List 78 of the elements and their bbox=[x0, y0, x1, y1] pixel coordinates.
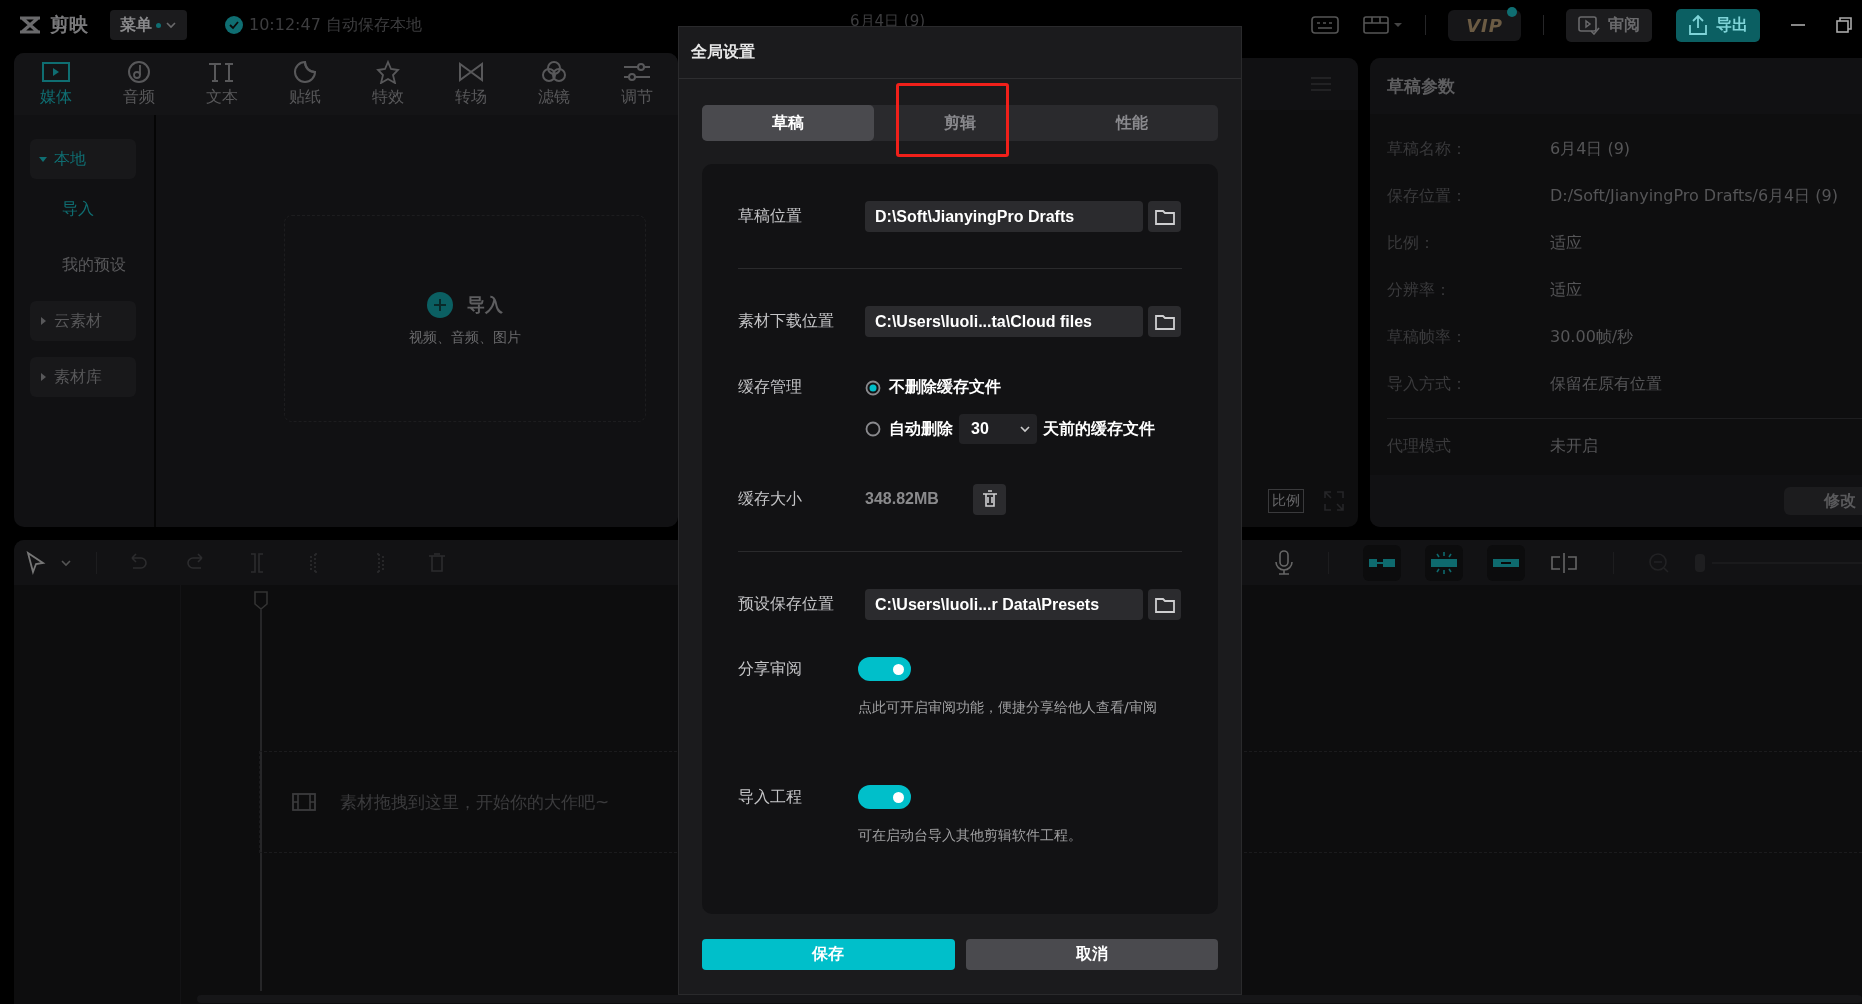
media-tab[interactable]: 滤镜 bbox=[512, 53, 595, 115]
media-tab[interactable]: 特效 bbox=[346, 53, 429, 115]
review-icon bbox=[1578, 15, 1600, 35]
split-view-icon[interactable] bbox=[1549, 550, 1579, 575]
sliders-icon bbox=[621, 60, 652, 84]
days-select[interactable]: 30 bbox=[959, 414, 1037, 444]
autosave-status: 10:12:47 自动保存本地 bbox=[249, 14, 422, 36]
sidebar-group[interactable]: 云素材 bbox=[30, 301, 136, 341]
export-button[interactable]: 导出 bbox=[1676, 8, 1760, 42]
settings-tab[interactable]: 剪辑 bbox=[874, 105, 1046, 141]
app-name: 剪映 bbox=[50, 12, 88, 37]
caret-down-icon bbox=[1019, 423, 1031, 435]
media-tab[interactable]: 调节 bbox=[595, 53, 678, 115]
cursor-icon[interactable] bbox=[26, 550, 46, 575]
settings-tab[interactable]: 草稿 bbox=[702, 105, 874, 141]
panel-title: 草稿参数 bbox=[1387, 74, 1455, 98]
setting-label: 缓存大小 bbox=[738, 488, 803, 510]
param-value: 未开启 bbox=[1550, 436, 1598, 457]
sidebar-group[interactable]: 素材库 bbox=[30, 357, 136, 397]
radio-option[interactable]: 自动删除 bbox=[865, 418, 953, 440]
save-button[interactable]: 保存 bbox=[702, 939, 955, 970]
param-value: 6月4日 (9) bbox=[1550, 139, 1631, 160]
cache-size: 348.82MB bbox=[865, 490, 940, 508]
setting-description: 可在启动台导入其他剪辑软件工程。 bbox=[858, 827, 1083, 845]
setting-label: 分享审阅 bbox=[738, 658, 803, 680]
browse-button[interactable] bbox=[1148, 201, 1181, 232]
layout-icon[interactable] bbox=[1363, 15, 1404, 35]
microphone-icon[interactable] bbox=[1274, 549, 1294, 576]
snap-icon[interactable] bbox=[1429, 550, 1459, 575]
dialog-title: 全局设置 bbox=[679, 27, 1241, 79]
param-value: 适应 bbox=[1550, 233, 1582, 254]
clear-cache-button[interactable] bbox=[973, 483, 1006, 515]
settings-tab[interactable]: 性能 bbox=[1046, 105, 1218, 141]
path-field[interactable]: D:\Soft\JianyingPro Drafts bbox=[865, 201, 1143, 232]
sidebar-group[interactable]: 本地 bbox=[30, 139, 136, 179]
caret-down-icon bbox=[165, 19, 177, 31]
media-tab[interactable]: 转场 bbox=[429, 53, 512, 115]
import-hint: 视频、音频、图片 bbox=[409, 328, 521, 347]
path-field[interactable]: C:\Users\luoli...ta\Cloud files bbox=[865, 306, 1143, 337]
menu-button[interactable]: 菜单 bbox=[110, 10, 187, 40]
setting-label: 缓存管理 bbox=[738, 377, 803, 398]
browse-button[interactable] bbox=[1148, 306, 1181, 337]
vip-badge[interactable]: VIP bbox=[1448, 9, 1521, 41]
restore-icon[interactable] bbox=[1836, 17, 1852, 33]
import-dropzone[interactable]: 导入 视频、音频、图片 bbox=[284, 215, 646, 422]
plus-icon bbox=[427, 291, 453, 318]
review-button[interactable]: 审阅 bbox=[1566, 8, 1652, 42]
param-value: 保留在原有位置 bbox=[1550, 374, 1662, 395]
upload-icon bbox=[1688, 14, 1708, 36]
import-button[interactable]: 导入 bbox=[421, 290, 509, 319]
param-value: 30.00帧/秒 bbox=[1550, 327, 1634, 348]
param-value: D:/Soft/JianyingPro Drafts/6月4日 (9) bbox=[1550, 186, 1838, 207]
option-suffix: 天前的缓存文件 bbox=[1043, 418, 1155, 440]
media-tab[interactable]: 贴纸 bbox=[263, 53, 346, 115]
scrollbar[interactable] bbox=[197, 995, 1862, 1003]
browse-button[interactable] bbox=[1148, 589, 1181, 620]
toggle-switch[interactable] bbox=[858, 657, 911, 681]
film-icon bbox=[292, 792, 316, 812]
sidebar-item[interactable]: 导入 bbox=[30, 189, 154, 229]
ratio-button[interactable]: 比例 bbox=[1268, 489, 1304, 513]
param-value: 适应 bbox=[1550, 280, 1582, 301]
media-tab[interactable]: 文本 bbox=[180, 53, 263, 115]
media-tab[interactable]: 媒体 bbox=[14, 53, 97, 115]
keyboard-icon[interactable] bbox=[1311, 15, 1340, 35]
sidebar-item[interactable]: 我的预设 bbox=[30, 245, 154, 285]
toggle-switch[interactable] bbox=[858, 785, 911, 809]
setting-label: 草稿位置 bbox=[738, 206, 803, 227]
setting-label: 预设保存位置 bbox=[738, 594, 835, 615]
media-icon bbox=[40, 60, 71, 84]
modify-button[interactable]: 修改 bbox=[1784, 487, 1862, 515]
path-field[interactable]: C:\Users\luoli...r Data\Presets bbox=[865, 589, 1143, 620]
media-tab[interactable]: 音频 bbox=[97, 53, 180, 115]
radio-option[interactable]: 不删除缓存文件 bbox=[865, 377, 1001, 398]
setting-label: 素材下载位置 bbox=[738, 311, 835, 332]
setting-description: 点此可开启审阅功能，便捷分享给他人查看/审阅 bbox=[858, 699, 1158, 717]
cancel-button[interactable]: 取消 bbox=[965, 939, 1218, 970]
check-icon bbox=[225, 16, 243, 34]
setting-label: 导入工程 bbox=[738, 786, 803, 808]
